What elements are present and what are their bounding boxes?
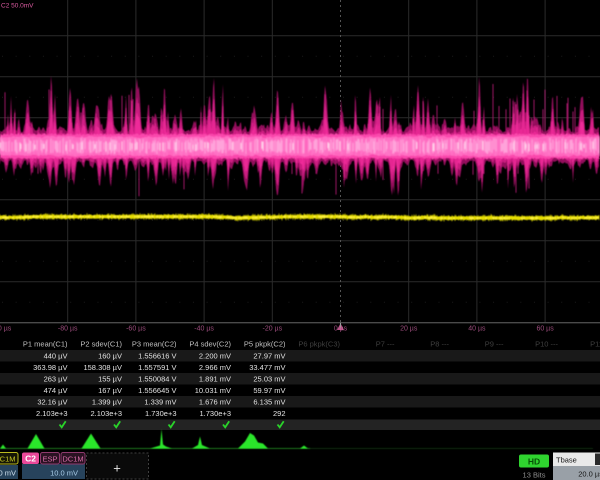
svg-text:1.676 mV: 1.676 mV	[199, 398, 231, 407]
svg-text:1.557591 V: 1.557591 V	[138, 363, 176, 372]
svg-text:P11 ---: P11 ---	[590, 340, 600, 349]
svg-text:Tbase: Tbase	[556, 456, 577, 465]
svg-text:P9 ---: P9 ---	[485, 340, 504, 349]
svg-text:P5 pkpk(C2): P5 pkpk(C2)	[244, 340, 286, 349]
svg-text:363.98 µV: 363.98 µV	[33, 363, 67, 372]
svg-text:1.556645 V: 1.556645 V	[138, 386, 176, 395]
svg-text:-100 µs: -100 µs	[0, 326, 12, 333]
svg-text:P8 ---: P8 ---	[430, 340, 449, 349]
svg-text:P3 mean(C2): P3 mean(C2)	[132, 340, 177, 349]
svg-text:DC1M: DC1M	[62, 455, 83, 464]
svg-text:-60 µs: -60 µs	[126, 326, 146, 333]
svg-text:158.308 µV: 158.308 µV	[83, 363, 122, 372]
svg-text:C2 50.0mV: C2 50.0mV	[1, 3, 34, 10]
svg-text:32.16 µV: 32.16 µV	[37, 398, 67, 407]
svg-text:+: +	[113, 461, 121, 476]
svg-text:P7 ---: P7 ---	[376, 340, 395, 349]
svg-text:10.031 mV: 10.031 mV	[195, 386, 231, 395]
svg-text:P1 mean(C1): P1 mean(C1)	[23, 340, 68, 349]
svg-text:1.730e+3: 1.730e+3	[200, 409, 232, 418]
svg-text:155 µV: 155 µV	[98, 375, 122, 384]
svg-text:ESP: ESP	[42, 455, 57, 464]
svg-text:2.200 mV: 2.200 mV	[199, 352, 231, 361]
svg-text:1.550084 V: 1.550084 V	[138, 375, 176, 384]
svg-text:C2: C2	[25, 454, 36, 464]
svg-text:HD: HD	[528, 457, 540, 467]
svg-text:13 Bits: 13 Bits	[523, 471, 546, 480]
svg-text:167 µV: 167 µV	[98, 386, 122, 395]
svg-text:474 µV: 474 µV	[44, 386, 68, 395]
svg-text:292: 292	[273, 409, 286, 418]
svg-text:160 µV: 160 µV	[98, 352, 122, 361]
svg-text:6.135 mV: 6.135 mV	[253, 398, 285, 407]
svg-text:1.730e+3: 1.730e+3	[145, 409, 177, 418]
svg-text:20.0 µs: 20.0 µs	[578, 470, 600, 479]
svg-text:-20 µs: -20 µs	[262, 326, 282, 333]
svg-text:25.03 mV: 25.03 mV	[253, 375, 285, 384]
svg-text:2.103e+3: 2.103e+3	[36, 409, 68, 418]
svg-text:59.97 mV: 59.97 mV	[253, 386, 285, 395]
svg-text:P6 pkpk(C3): P6 pkpk(C3)	[298, 340, 340, 349]
svg-text:P4 sdev(C2): P4 sdev(C2)	[189, 340, 231, 349]
svg-text:0 mV: 0 mV	[0, 469, 16, 478]
svg-text:263 µV: 263 µV	[44, 375, 68, 384]
svg-text:DC1M: DC1M	[0, 455, 16, 464]
svg-text:27.97 mV: 27.97 mV	[253, 352, 285, 361]
svg-text:10.0 mV: 10.0 mV	[50, 469, 78, 478]
svg-text:1.339 mV: 1.339 mV	[144, 398, 176, 407]
svg-text:20 µs: 20 µs	[400, 326, 418, 333]
svg-text:1.891 mV: 1.891 mV	[199, 375, 231, 384]
svg-text:P10 ---: P10 ---	[535, 340, 558, 349]
svg-text:33.477 mV: 33.477 mV	[249, 363, 285, 372]
svg-text:1.556616 V: 1.556616 V	[138, 352, 176, 361]
svg-text:2.103e+3: 2.103e+3	[91, 409, 123, 418]
svg-text:2.966 mV: 2.966 mV	[199, 363, 231, 372]
svg-text:-80 µs: -80 µs	[58, 326, 78, 333]
svg-text:60 µs: 60 µs	[536, 326, 554, 333]
svg-text:P2 sdev(C1): P2 sdev(C1)	[80, 340, 122, 349]
svg-text:40 µs: 40 µs	[468, 326, 486, 333]
svg-text:1.399 µV: 1.399 µV	[92, 398, 122, 407]
svg-text:440 µV: 440 µV	[44, 352, 68, 361]
svg-text:-40 µs: -40 µs	[194, 326, 214, 333]
